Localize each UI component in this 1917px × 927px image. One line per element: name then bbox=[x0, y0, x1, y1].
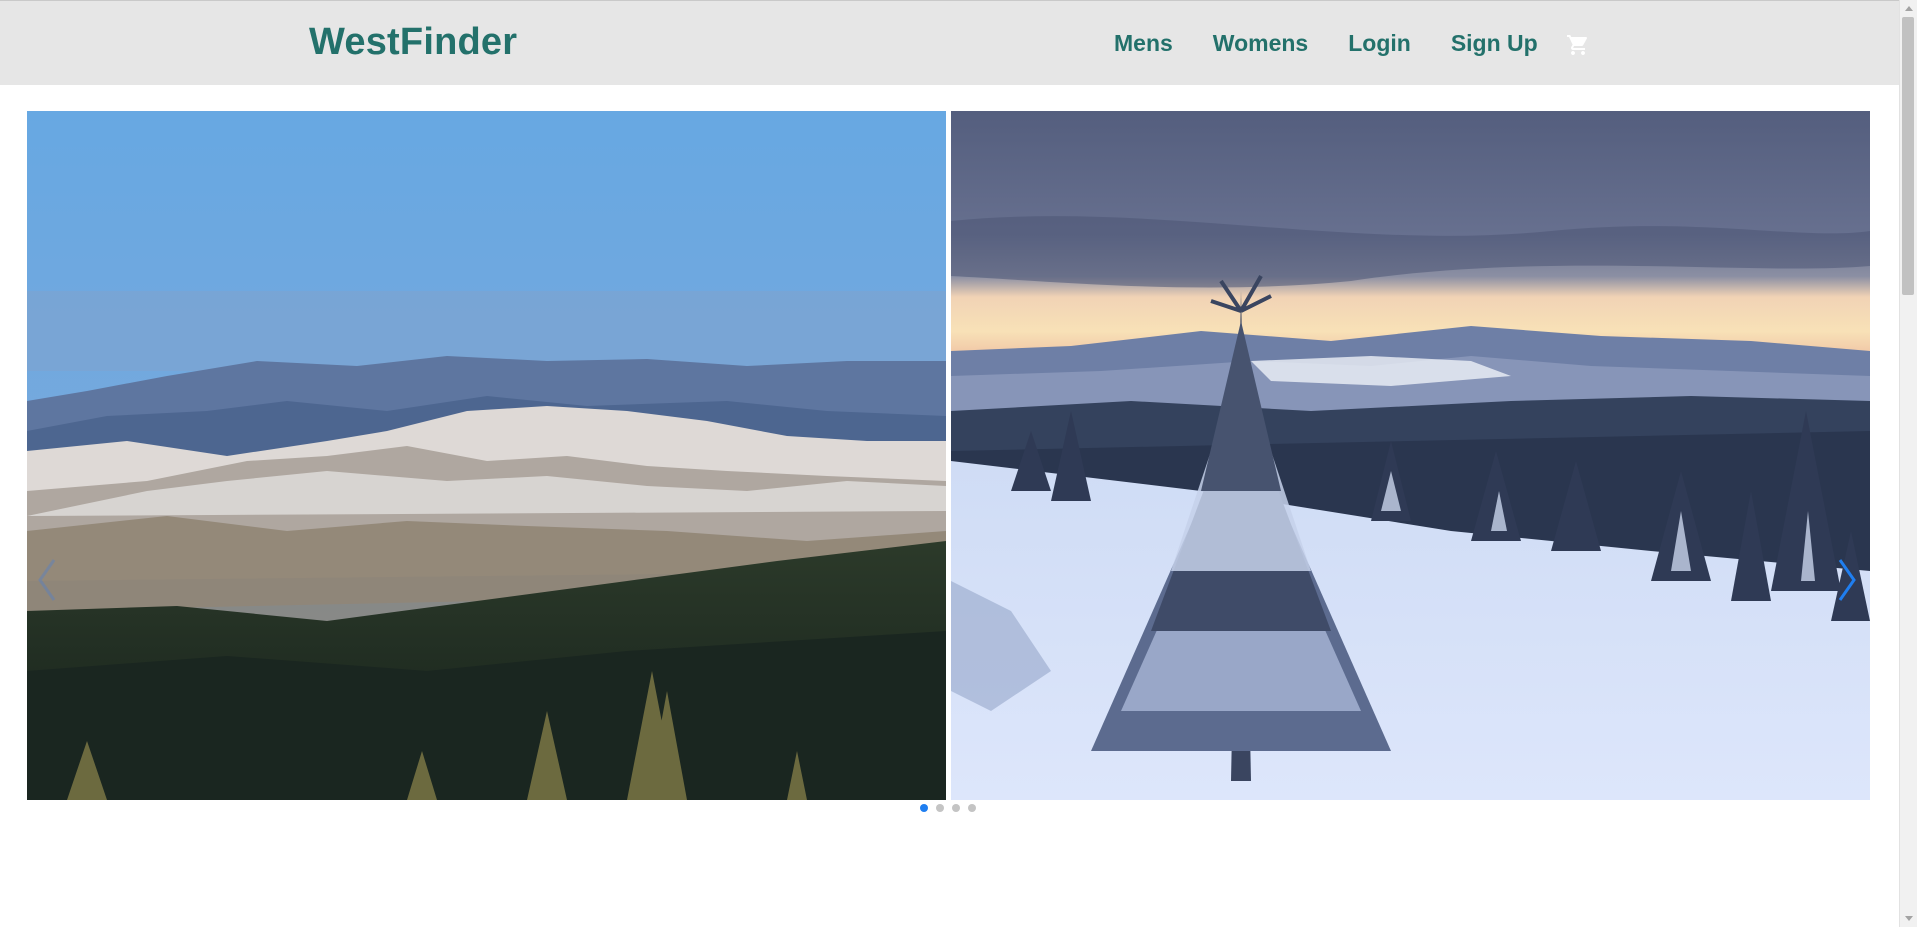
carousel-slide-frosted-forest[interactable] bbox=[951, 111, 1870, 800]
nav-link-womens[interactable]: Womens bbox=[1213, 30, 1308, 57]
winter-forest-image bbox=[951, 111, 1870, 800]
brand-logo[interactable]: WestFinder bbox=[309, 21, 517, 64]
carousel-prev-chevron-left-icon[interactable] bbox=[32, 555, 62, 605]
image-carousel bbox=[27, 111, 1870, 800]
carousel-dot-2[interactable] bbox=[936, 804, 944, 812]
nav-link-mens[interactable]: Mens bbox=[1114, 30, 1173, 57]
nav-link-sign-up[interactable]: Sign Up bbox=[1451, 30, 1538, 57]
scroll-down-arrow-icon[interactable] bbox=[1905, 916, 1913, 921]
main-nav: Mens Womens Login Sign Up bbox=[1114, 29, 1590, 57]
carousel-dot-1[interactable] bbox=[920, 804, 928, 812]
carousel-slide-mountains[interactable] bbox=[27, 111, 946, 800]
scrollbar-thumb[interactable] bbox=[1902, 17, 1914, 295]
scroll-up-arrow-icon[interactable] bbox=[1905, 6, 1913, 11]
shopping-cart-icon[interactable] bbox=[1566, 33, 1590, 57]
carousel-next-chevron-right-icon[interactable] bbox=[1832, 555, 1862, 605]
carousel-indicators bbox=[920, 804, 984, 812]
carousel-dot-4[interactable] bbox=[968, 804, 976, 812]
carousel-dot-3[interactable] bbox=[952, 804, 960, 812]
site-header: WestFinder Mens Womens Login Sign Up bbox=[0, 1, 1899, 85]
nav-link-login[interactable]: Login bbox=[1348, 30, 1411, 57]
mountain-landscape-image bbox=[27, 111, 946, 800]
